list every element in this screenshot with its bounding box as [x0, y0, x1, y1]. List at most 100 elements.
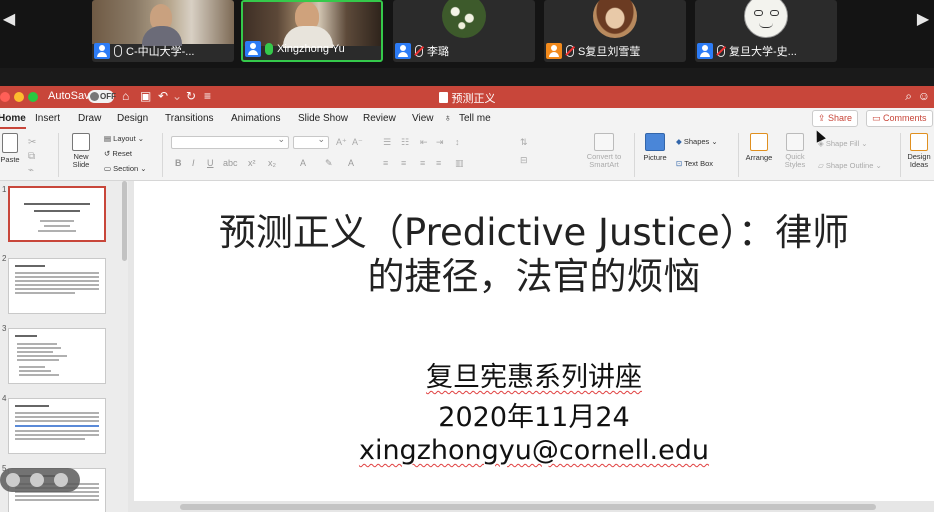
microphone-active-icon [265, 43, 273, 55]
horizontal-scrollbar[interactable] [180, 504, 876, 510]
slide-thumbnail[interactable] [8, 328, 106, 384]
align-center-icon[interactable]: ≡ [401, 158, 406, 168]
numbering-icon[interactable]: ☷ [401, 137, 409, 148]
quick-styles-icon [786, 133, 804, 151]
slide-thumbnail[interactable] [8, 186, 106, 242]
underline-icon[interactable]: U [207, 158, 214, 168]
slide-number: 1 [2, 185, 7, 194]
new-slide-button[interactable]: New Slide [66, 133, 96, 169]
subscript-icon[interactable]: x₂ [268, 158, 276, 168]
font-size-dropdown[interactable] [293, 134, 329, 149]
user-icon [245, 41, 261, 57]
participant-tile-4[interactable]: S复旦刘雪莹 [544, 0, 686, 62]
share-button[interactable]: ⇪ Share [812, 110, 859, 127]
tab-design[interactable]: Design [117, 113, 148, 124]
participant-avatar [744, 0, 788, 38]
decrease-font-size-icon[interactable]: A⁻ [352, 137, 363, 148]
strikethrough-icon[interactable]: abc [223, 158, 238, 168]
control-icon[interactable] [30, 473, 44, 487]
reset-button[interactable]: ↺ Reset [104, 149, 132, 158]
superscript-icon[interactable]: x² [248, 158, 256, 168]
columns-icon[interactable]: ▥ [455, 158, 464, 169]
participant-tile-3[interactable]: 李璐 [393, 0, 535, 62]
shapes-icon: ◆ [676, 137, 684, 146]
italic-icon[interactable]: I [192, 158, 195, 168]
next-page-arrow-icon[interactable]: ▶ [914, 10, 932, 30]
increase-font-size-icon[interactable]: A⁺ [336, 137, 347, 148]
shape-fill-label: Shape Fill [825, 139, 860, 148]
editor-workspace: 1 2 3 4 5 预测正义（Predictive Justice）：律师 的捷… [0, 181, 934, 512]
shape-outline-label: Shape Outline [825, 161, 874, 170]
arrange-icon [750, 133, 768, 151]
text-box-label: Text Box [684, 159, 713, 168]
format-painter-icon[interactable]: ⌁ [28, 165, 34, 176]
tab-review[interactable]: Review [363, 113, 396, 124]
slide-subtitle-series[interactable]: 复旦宪惠系列讲座 [134, 355, 934, 394]
align-right-icon[interactable]: ≡ [420, 158, 425, 168]
text-effects-icon[interactable]: A [348, 158, 354, 168]
participant-label: 李璐 [395, 42, 449, 60]
slide-canvas[interactable]: 预测正义（Predictive Justice）：律师 的捷径，法官的烦恼 复旦… [134, 181, 934, 501]
control-icon[interactable] [6, 473, 20, 487]
tab-slide-show[interactable]: Slide Show [298, 113, 348, 124]
floating-video-controls[interactable] [0, 468, 80, 492]
shape-outline-button[interactable]: ▱ Shape Outline ⌄ [818, 161, 882, 170]
tab-draw[interactable]: Draw [78, 113, 101, 124]
previous-page-arrow-icon[interactable]: ◀ [0, 10, 18, 30]
slide-title[interactable]: 预测正义（Predictive Justice）：律师 的捷径，法官的烦恼 [134, 211, 934, 299]
layout-button[interactable]: ▤ Layout ⌄ [104, 134, 144, 143]
convert-to-smartart-button[interactable]: Convert to SmartArt [583, 133, 625, 169]
cut-icon[interactable]: ✂ [28, 137, 36, 148]
slide-number: 3 [2, 324, 7, 333]
shapes-button[interactable]: ◆ Shapes ⌄ [676, 137, 718, 146]
align-text-icon[interactable]: ⊟ [520, 155, 528, 166]
shape-fill-button[interactable]: ◈ Shape Fill ⌄ [818, 139, 868, 148]
participant-tile-2[interactable]: Xingzhong Yu [241, 0, 383, 62]
section-label: Section [113, 164, 139, 173]
font-color-icon[interactable]: A [300, 158, 306, 168]
justify-icon[interactable]: ≡ [436, 158, 441, 168]
copy-icon[interactable]: ⧉ [28, 151, 35, 162]
picture-icon [645, 133, 665, 151]
participant-tile-5[interactable]: 复旦大学-史... [695, 0, 837, 62]
tab-insert[interactable]: Insert [35, 113, 60, 124]
slide-thumbnail[interactable] [8, 398, 106, 454]
account-icon[interactable]: ☺ [918, 89, 930, 103]
microphone-muted-icon [415, 45, 423, 57]
text-direction-icon[interactable]: ⇅ [520, 137, 528, 148]
bold-icon[interactable]: B [175, 158, 182, 168]
participant-tile-1[interactable]: C-中山大学-... [92, 0, 234, 62]
screen: ◀ C-中山大学-... Xingzhong Yu 李璐 S复旦刘雪莹 复旦大学… [0, 0, 934, 512]
document-icon [438, 92, 448, 103]
thumbnail-scrollbar[interactable] [122, 181, 127, 261]
slide-thumbnail[interactable] [8, 258, 106, 314]
tell-me-search[interactable]: Tell me [459, 113, 491, 124]
search-icon[interactable]: ⌕ [905, 89, 912, 104]
highlight-icon[interactable]: ✎ [325, 158, 333, 169]
increase-indent-icon[interactable]: ⇥ [436, 137, 444, 148]
new-slide-icon [72, 133, 90, 151]
bullets-icon[interactable]: ☰ [383, 137, 391, 148]
section-button[interactable]: ▭ Section ⌄ [104, 164, 147, 173]
slide-subtitle-email[interactable]: xingzhongyu@cornell.edu [134, 435, 934, 466]
comments-button[interactable]: ▭ Comments [866, 110, 933, 127]
tab-home[interactable]: Home [0, 113, 26, 129]
design-ideas-button[interactable]: Design Ideas [904, 133, 934, 169]
tab-view[interactable]: View [412, 113, 434, 124]
paste-button[interactable]: Paste [0, 133, 22, 164]
decrease-indent-icon[interactable]: ⇤ [420, 137, 428, 148]
picture-button[interactable]: Picture [640, 133, 670, 162]
line-spacing-icon[interactable]: ↕ [455, 137, 460, 147]
arrange-button[interactable]: Arrange [742, 133, 776, 162]
tab-animations[interactable]: Animations [231, 113, 280, 124]
participant-label: Xingzhong Yu [245, 40, 345, 58]
align-left-icon[interactable]: ≡ [383, 158, 388, 168]
quick-styles-button[interactable]: Quick Styles [780, 133, 810, 169]
slide-subtitle-date[interactable]: 2020年11月24 [134, 395, 934, 434]
text-box-button[interactable]: ⊡ Text Box [676, 159, 713, 168]
tab-transitions[interactable]: Transitions [165, 113, 214, 124]
control-icon[interactable] [54, 473, 68, 487]
user-icon [546, 43, 562, 59]
lightbulb-icon: ♁ [444, 113, 452, 124]
font-name-dropdown[interactable] [171, 134, 289, 149]
